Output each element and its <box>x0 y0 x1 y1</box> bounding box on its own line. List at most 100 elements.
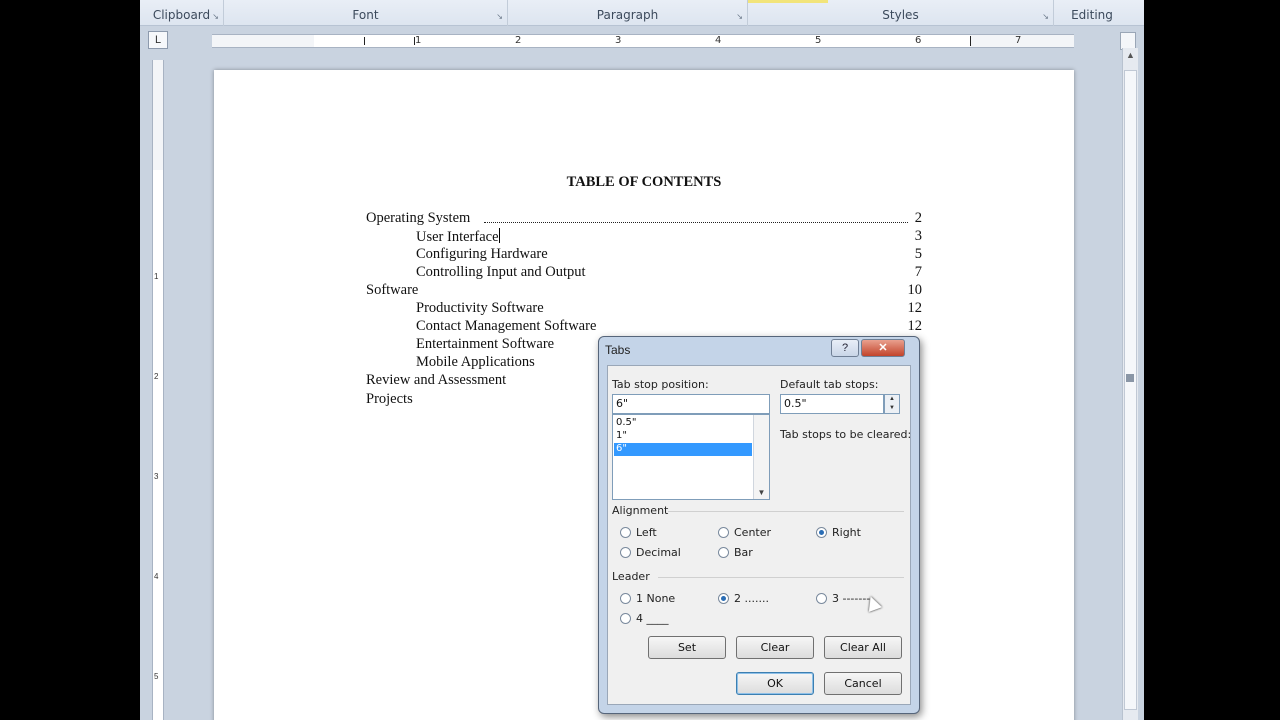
radio-selected-icon <box>718 593 729 604</box>
tab-stop-position-label: Tab stop position: <box>612 378 709 391</box>
ruler-number: 3 <box>154 472 159 481</box>
toc-entry-page: 7 <box>914 264 922 280</box>
ribbon-group-label: Clipboard <box>152 8 211 22</box>
leader-dots-radio[interactable]: 2 ....... <box>718 592 769 605</box>
toc-entry-text: Contact Management Software <box>416 318 597 334</box>
dialog-launcher-icon[interactable]: ↘ <box>736 12 743 21</box>
right-tab-marker[interactable] <box>970 36 971 46</box>
scroll-grip-icon <box>1126 374 1134 382</box>
vertical-scrollbar[interactable]: ▲ <box>1122 48 1138 720</box>
scrollbar-thumb[interactable] <box>1124 70 1137 710</box>
left-tab-marker[interactable] <box>414 37 415 45</box>
ruler-number: 7 <box>1015 35 1022 46</box>
ribbon-group-label: Font <box>352 8 379 22</box>
default-tab-stops-label: Default tab stops: <box>780 378 879 391</box>
ruler-number: 2 <box>154 372 159 381</box>
dialog-launcher-icon[interactable]: ↘ <box>212 12 219 21</box>
radio-icon <box>620 527 631 538</box>
toc-entry-text: Productivity Software <box>416 300 544 316</box>
leader-dashes-radio[interactable]: 3 ------- <box>816 592 870 605</box>
toc-entry[interactable]: Contact Management Software 12 <box>366 318 922 336</box>
tabs-dialog: Tabs ? ✕ Tab stop position: 6" 0.5" 1" 6… <box>598 336 920 714</box>
ruler-number: 1 <box>154 272 159 281</box>
radio-icon <box>816 593 827 604</box>
spin-up-icon[interactable]: ▲ <box>885 395 899 404</box>
alignment-bar-radio[interactable]: Bar <box>718 546 753 559</box>
default-tab-stops-spinner[interactable]: ▲ ▼ <box>884 394 900 414</box>
cancel-button[interactable]: Cancel <box>824 672 902 695</box>
toc-entry-page: 12 <box>907 318 923 334</box>
ribbon-group-label: Paragraph <box>596 8 659 22</box>
clear-all-button[interactable]: Clear All <box>824 636 902 659</box>
leader-none-radio[interactable]: 1 None <box>620 592 675 605</box>
text-caret <box>498 228 500 243</box>
ribbon-group-font: Font ↘ <box>224 0 508 26</box>
dialog-launcher-icon[interactable]: ↘ <box>1042 12 1049 21</box>
toc-entry-page: 2 <box>914 210 922 226</box>
leader-underline-radio[interactable]: 4 ____ <box>620 612 669 625</box>
tab-stops-cleared-label: Tab stops to be cleared: <box>780 428 912 441</box>
toc-entry-text: Projects <box>366 391 413 407</box>
radio-icon <box>718 527 729 538</box>
ok-button[interactable]: OK <box>736 672 814 695</box>
divider <box>668 511 904 512</box>
horizontal-ruler[interactable]: 1 2 3 4 5 6 7 <box>212 34 1074 48</box>
ruler-number: 1 <box>415 35 422 46</box>
ribbon-group-clipboard: Clipboard ↘ <box>140 0 224 26</box>
ruler-text-area <box>153 170 163 720</box>
toc-entry-text: User Interface <box>416 228 500 245</box>
ruler-number: 5 <box>815 35 822 46</box>
vertical-ruler: 1 2 3 4 5 <box>152 60 164 720</box>
alignment-right-radio[interactable]: Right <box>816 526 861 539</box>
ribbon-group-label: Editing <box>1071 8 1113 22</box>
tab-stop-position-input[interactable]: 6" <box>612 394 770 414</box>
close-button[interactable]: ✕ <box>861 339 905 357</box>
toc-entry[interactable]: Software 10 <box>366 282 922 300</box>
dialog-launcher-icon[interactable]: ↘ <box>496 12 503 21</box>
toc-entry-page: 3 <box>914 228 922 244</box>
radio-icon <box>718 547 729 558</box>
radio-selected-icon <box>816 527 827 538</box>
tab-stop-list[interactable]: 0.5" 1" 6" ▼ <box>612 414 770 500</box>
ruler-number: 2 <box>515 35 522 46</box>
tab-stop-list-item-selected[interactable]: 6" <box>614 443 752 456</box>
tab-stop-list-item[interactable]: 0.5" <box>614 417 752 430</box>
toc-entry[interactable]: Productivity Software 12 <box>366 300 922 318</box>
spin-down-icon[interactable]: ▼ <box>885 404 899 413</box>
help-button[interactable]: ? <box>831 339 859 357</box>
default-tab-stops-input[interactable]: 0.5" <box>780 394 884 414</box>
tab-stop-list-item[interactable]: 1" <box>614 430 752 443</box>
dialog-body: Tab stop position: 6" 0.5" 1" 6" ▼ Defau… <box>607 365 911 705</box>
ruler-number: 5 <box>154 672 159 681</box>
toc-entry[interactable]: Configuring Hardware 5 <box>366 246 922 264</box>
toc-entry-text: Controlling Input and Output <box>416 264 586 280</box>
ribbon-group-editing: Editing <box>1054 0 1130 26</box>
ruler-number: 4 <box>154 572 159 581</box>
style-gallery-swatch[interactable] <box>748 0 828 3</box>
ruler-number: 3 <box>615 35 622 46</box>
scroll-up-icon[interactable]: ▲ <box>1124 50 1137 66</box>
alignment-center-radio[interactable]: Center <box>718 526 771 539</box>
radio-icon <box>620 613 631 624</box>
toc-entry[interactable]: User Interface 3 <box>366 228 922 246</box>
set-button[interactable]: Set <box>648 636 726 659</box>
list-scrollbar[interactable]: ▼ <box>753 415 769 499</box>
dialog-title: Tabs <box>605 343 631 357</box>
alignment-decimal-radio[interactable]: Decimal <box>620 546 681 559</box>
toc-entry-text: Review and Assessment <box>366 372 507 388</box>
toc-entry-text: Configuring Hardware <box>416 246 548 262</box>
toc-entry[interactable]: Controlling Input and Output 7 <box>366 264 922 282</box>
toc-entry[interactable]: Operating System 2 <box>366 210 922 228</box>
toc-entry-page: 10 <box>907 282 923 298</box>
leader-label: Leader <box>612 570 650 583</box>
toc-entry-page: 12 <box>907 300 923 316</box>
alignment-left-radio[interactable]: Left <box>620 526 657 539</box>
word-window: Clipboard ↘ Font ↘ Paragraph ↘ Styles ↘ … <box>140 0 1144 720</box>
ruler-number: 6 <box>915 35 922 46</box>
tab-selector-button[interactable]: L <box>148 31 168 49</box>
ruler-number: 4 <box>715 35 722 46</box>
clear-button[interactable]: Clear <box>736 636 814 659</box>
scroll-down-icon[interactable]: ▼ <box>754 488 769 497</box>
left-tab-marker[interactable] <box>364 37 365 45</box>
document-title: TABLE OF CONTENTS <box>566 174 722 190</box>
